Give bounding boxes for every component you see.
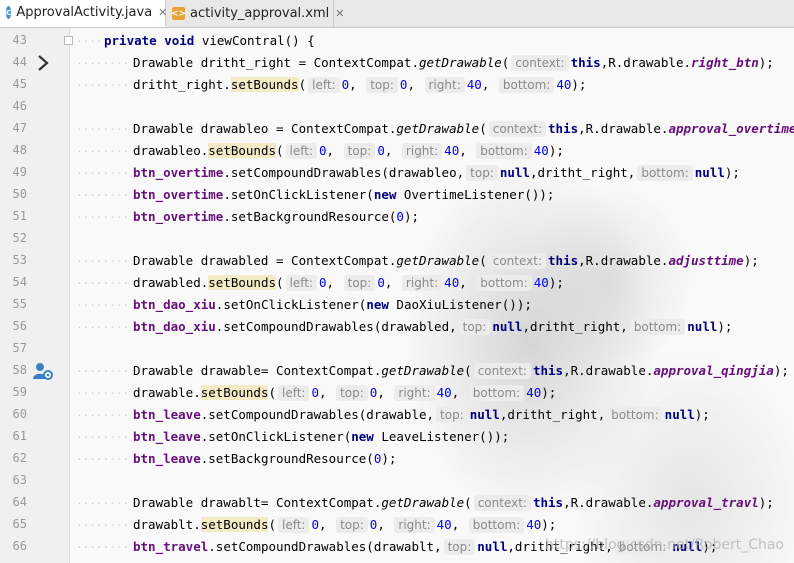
code-line: 57 — [0, 338, 794, 360]
line-number: 44 — [12, 55, 27, 69]
code-text: Drawable dritht_right = ContextCompat.ge… — [133, 55, 774, 71]
code-text: btn_dao_xiu.setOnClickListener(new DaoXi… — [133, 297, 532, 312]
code-text: btn_overtime.setBackgroundResource(0); — [133, 209, 419, 224]
code-text: Drawable drawable= ContextCompat.getDraw… — [133, 363, 789, 379]
line-number: 54 — [12, 275, 27, 289]
line-number: 60 — [12, 407, 27, 421]
code-text: btn_overtime.setCompoundDrawables(drawab… — [133, 165, 740, 181]
xml-file-icon: <> — [170, 7, 187, 20]
line-number: 53 — [12, 253, 27, 267]
watermark: https://blog.csdn.net/Robert_Chao — [545, 537, 784, 553]
code-text: private void viewContral() { — [104, 33, 315, 48]
code-text: drawable.setBounds(left: 0, top: 0, right:… — [133, 385, 557, 401]
code-line: 49 ········ btn_overtime.setCompoundDraw… — [0, 162, 794, 184]
tab-approval-activity[interactable]: c ApprovalActivity.java ✕ — [0, 0, 167, 27]
code-text: btn_overtime.setOnClickListener(new Over… — [133, 187, 555, 202]
code-line: 43 ···· private void viewContral() { — [0, 30, 794, 52]
fold-icon[interactable] — [64, 36, 73, 45]
line-number: 48 — [12, 143, 27, 157]
line-number: 59 — [12, 385, 27, 399]
line-number: 50 — [12, 187, 27, 201]
tab-activity-approval-xml[interactable]: <> activity_approval.xml ✕ — [166, 0, 345, 27]
code-line: 50 ········ btn_overtime.setOnClickListe… — [0, 184, 794, 206]
line-number: 66 — [12, 539, 27, 553]
line-number: 62 — [12, 451, 27, 465]
line-number: 63 — [12, 473, 27, 487]
code-text: Drawable drawableo = ContextCompat.getDr… — [133, 121, 794, 137]
code-editor[interactable]: 43 ···· private void viewContral() { 44 … — [0, 28, 794, 563]
line-number: 45 — [12, 77, 27, 91]
code-text: Drawable drawabled = ContextCompat.getDr… — [133, 253, 759, 269]
code-line: 47 ········ Drawable drawableo = Context… — [0, 118, 794, 140]
code-line: 55 ········ btn_dao_xiu.setOnClickListen… — [0, 294, 794, 316]
c-class-icon: c — [6, 6, 12, 19]
user-gear-icon[interactable] — [33, 362, 53, 380]
line-number: 43 — [12, 33, 27, 47]
line-number: 46 — [12, 99, 27, 113]
code-line: 64 ········ Drawable drawablt= ContextCo… — [0, 492, 794, 514]
code-line: 51 ········ btn_overtime.setBackgroundRe… — [0, 206, 794, 228]
code-line: 65 ········ drawablt.setBounds(left: 0, t… — [0, 514, 794, 536]
code-line: 62 ········ btn_leave.setBackgroundResou… — [0, 448, 794, 470]
arrow-right-icon[interactable] — [33, 54, 53, 72]
code-text: drawabled.setBounds(left: 0, top: 0, right… — [133, 275, 564, 291]
line-number: 55 — [12, 297, 27, 311]
code-line: 58 ········ Drawable drawable= ContextCo… — [0, 360, 794, 382]
line-number: 64 — [12, 495, 27, 509]
code-line: 48 ········ drawableo.setBounds(left: 0, … — [0, 140, 794, 162]
code-line: 56 ········ btn_dao_xiu.setCompoundDrawa… — [0, 316, 794, 338]
tab-label: activity_approval.xml — [190, 6, 330, 21]
code-text: btn_leave.setOnClickListener(new LeaveLi… — [133, 429, 510, 444]
line-number: 56 — [12, 319, 27, 333]
tab-label: ApprovalActivity.java — [16, 5, 153, 20]
line-number: 61 — [12, 429, 27, 443]
code-text: btn_leave.setCompoundDrawables(drawable,… — [133, 407, 710, 423]
code-line: 63 — [0, 470, 794, 492]
code-text: btn_dao_xiu.setCompoundDrawables(drawabl… — [133, 319, 733, 335]
code-line: 61 ········ btn_leave.setOnClickListener… — [0, 426, 794, 448]
line-number: 65 — [12, 517, 27, 531]
code-line: 54 ········ drawabled.setBounds(left: 0, … — [0, 272, 794, 294]
code-line: 45 ········ dritht_right.setBounds(left:… — [0, 74, 794, 96]
line-number: 47 — [12, 121, 27, 135]
code-text: drawableo.setBounds(left: 0, top: 0, right… — [133, 143, 564, 159]
code-line: 53 ········ Drawable drawabled = Context… — [0, 250, 794, 272]
line-number: 52 — [12, 231, 27, 245]
code-line: 60 ········ btn_leave.setCompoundDrawabl… — [0, 404, 794, 426]
code-line: 44 ········ Drawable dritht_right = Cont… — [0, 52, 794, 74]
close-icon[interactable]: ✕ — [335, 7, 344, 20]
code-text: dritht_right.setBounds(left: 0, top: 0, ri… — [133, 77, 587, 93]
param-hint: context: — [511, 55, 569, 71]
code-text: Drawable drawablt= ContextCompat.getDraw… — [133, 495, 774, 511]
code-text: btn_leave.setBackgroundResource(0); — [133, 451, 397, 466]
code-line: 52 — [0, 228, 794, 250]
line-number: 57 — [12, 341, 27, 355]
line-number: 51 — [12, 209, 27, 223]
code-line: 46 — [0, 96, 794, 118]
code-line: 59 ········ drawable.setBounds(left: 0, t… — [0, 382, 794, 404]
code-text: drawablt.setBounds(left: 0, top: 0, right:… — [133, 517, 557, 533]
line-number: 49 — [12, 165, 27, 179]
line-number: 58 — [12, 363, 27, 377]
editor-tab-bar: c ApprovalActivity.java ✕ <> activity_ap… — [0, 0, 794, 28]
